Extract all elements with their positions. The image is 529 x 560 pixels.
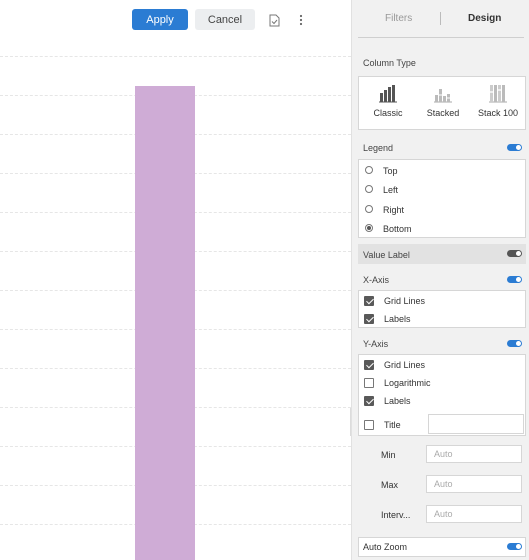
column-type-options: Classic Stacked Stack 100 <box>358 76 526 130</box>
column-type-classic[interactable]: Classic <box>361 83 415 127</box>
y-max-input[interactable]: Auto <box>426 475 522 493</box>
y-logarithmic-label: Logarithmic <box>384 378 431 388</box>
value-label-row: Value Label <box>358 244 526 264</box>
design-panel: Filters Design Column Type Classic Stack… <box>351 0 529 560</box>
column-type-label: Classic <box>373 108 403 118</box>
column-type-heading: Column Type <box>363 58 416 68</box>
y-interval-input[interactable]: Auto <box>426 505 522 523</box>
x-labels-label: Labels <box>384 314 411 324</box>
y-max-label: Max <box>381 480 399 490</box>
auto-zoom-toggle[interactable] <box>507 543 522 550</box>
more-vertical-icon[interactable] <box>295 10 307 30</box>
x-labels-checkbox[interactable] <box>364 314 374 324</box>
legend-left-label: Left <box>383 185 399 195</box>
legend-toggle[interactable] <box>507 144 522 151</box>
legend-bottom-radio[interactable] <box>365 224 373 232</box>
y-axis-toggle[interactable] <box>507 340 522 347</box>
bar-chart-stack100-icon <box>489 85 507 103</box>
column-type-stack100[interactable]: Stack 100 <box>471 83 525 127</box>
column-type-label: Stack 100 <box>477 108 519 118</box>
y-grid-lines-checkbox[interactable] <box>364 360 374 370</box>
cancel-button[interactable]: Cancel <box>195 9 255 30</box>
tab-filters[interactable]: Filters <box>385 13 412 24</box>
document-check-icon[interactable] <box>266 10 282 30</box>
x-axis-toggle[interactable] <box>507 276 522 283</box>
auto-zoom-row: Auto Zoom <box>358 537 526 557</box>
bar-chart-classic-icon <box>379 85 397 103</box>
apply-button[interactable]: Apply <box>132 9 188 30</box>
value-label-heading: Value Label <box>363 250 410 260</box>
x-axis-heading: X-Axis <box>363 275 390 285</box>
value-label-toggle[interactable] <box>507 250 522 257</box>
x-axis-options: Grid Lines Labels <box>358 290 526 328</box>
chart-bar[interactable] <box>135 86 195 560</box>
y-title-input[interactable] <box>428 414 524 434</box>
tab-divider <box>440 12 441 25</box>
y-labels-checkbox[interactable] <box>364 396 374 406</box>
y-min-label: Min <box>381 450 396 460</box>
legend-right-label: Right <box>383 205 405 215</box>
column-type-stacked[interactable]: Stacked <box>416 83 470 127</box>
y-labels-label: Labels <box>384 396 411 406</box>
tab-design[interactable]: Design <box>468 13 501 24</box>
legend-top-radio[interactable] <box>365 166 373 174</box>
bar-chart-stacked-icon <box>434 89 452 103</box>
legend-heading: Legend <box>363 143 394 153</box>
y-title-label: Title <box>384 420 401 430</box>
y-min-input[interactable]: Auto <box>426 445 522 463</box>
legend-left-radio[interactable] <box>365 185 373 193</box>
y-axis-heading: Y-Axis <box>363 339 389 349</box>
auto-zoom-label: Auto Zoom <box>363 542 408 552</box>
y-grid-lines-label: Grid Lines <box>384 360 426 370</box>
y-interval-label: Interv... <box>381 510 411 520</box>
legend-bottom-label: Bottom <box>383 224 412 234</box>
legend-top-label: Top <box>383 166 398 176</box>
x-grid-lines-checkbox[interactable] <box>364 296 374 306</box>
y-title-checkbox[interactable] <box>364 420 374 430</box>
chart-toolbar: Apply Cancel <box>0 0 351 38</box>
column-type-label: Stacked <box>426 108 460 118</box>
grid-line <box>0 56 351 57</box>
legend-right-radio[interactable] <box>365 205 373 213</box>
x-grid-lines-label: Grid Lines <box>384 296 426 306</box>
legend-options: Top Left Right Bottom <box>358 159 526 238</box>
y-logarithmic-checkbox[interactable] <box>364 378 374 388</box>
chart-editor: Apply Cancel Filters Design Column Type … <box>0 0 529 560</box>
chart-canvas: Apply Cancel <box>0 0 351 560</box>
panel-tabs: Filters Design <box>358 0 524 38</box>
